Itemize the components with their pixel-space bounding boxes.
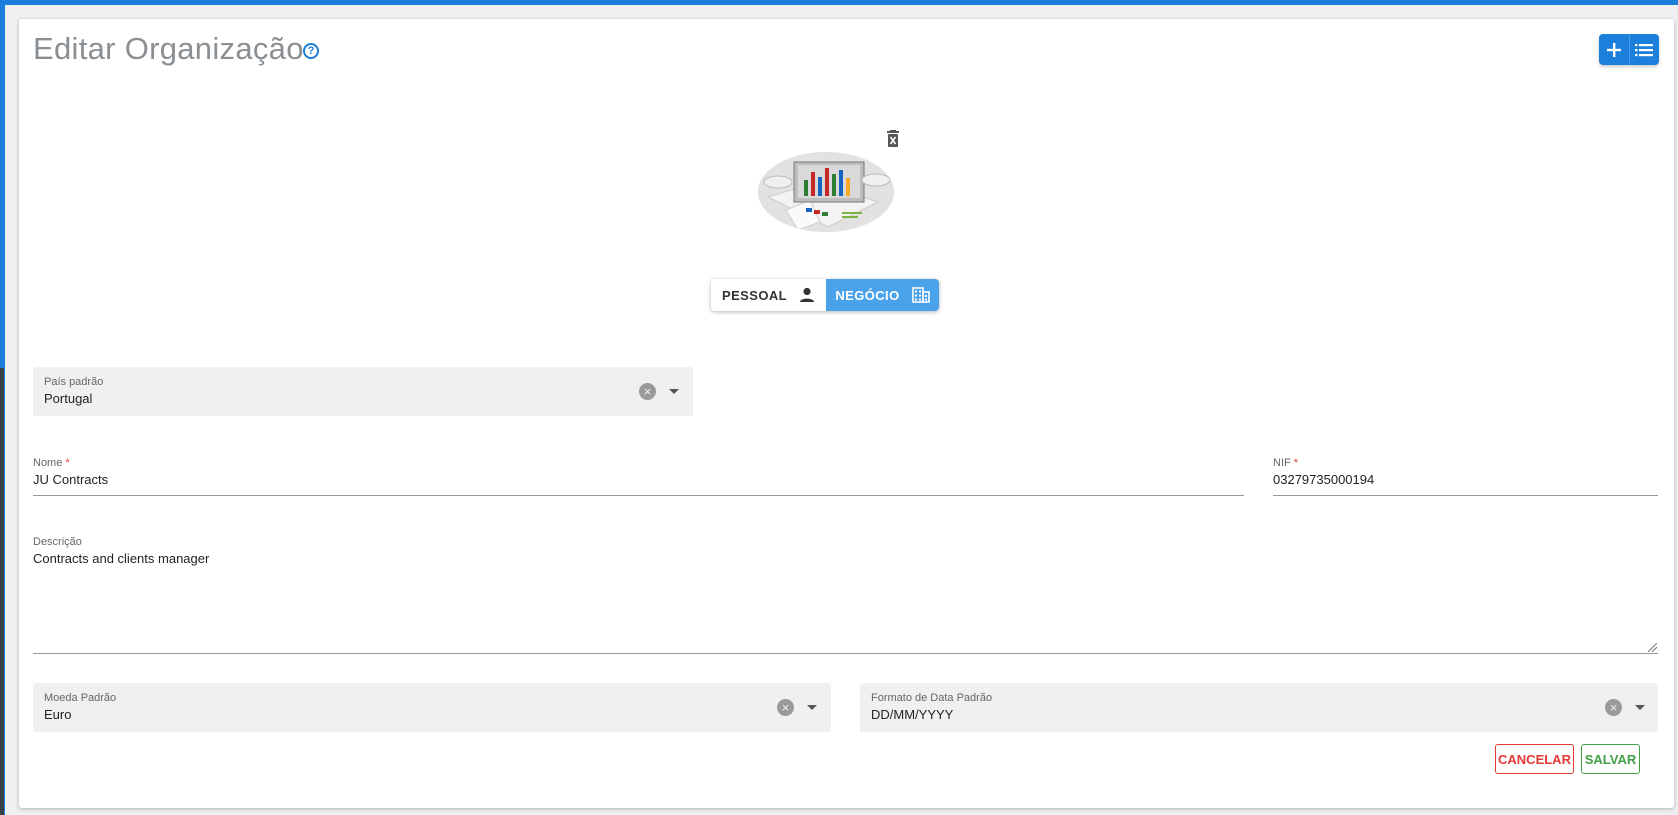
description-label: Descrição <box>33 536 82 548</box>
chevron-down-icon[interactable] <box>1635 705 1645 710</box>
name-value: JU Contracts <box>33 472 109 487</box>
resize-handle-icon[interactable] <box>1648 643 1657 652</box>
clear-icon[interactable]: × <box>639 383 656 400</box>
add-button[interactable] <box>1599 34 1629 65</box>
required-mark: * <box>65 457 70 469</box>
nif-label: NIF <box>1273 457 1291 469</box>
plus-icon <box>1606 42 1621 57</box>
toggle-personal-label: PESSOAL <box>722 287 787 303</box>
help-icon[interactable]: ? <box>303 43 319 59</box>
default-country-value: Portugal <box>44 391 93 406</box>
top-action-group <box>1599 34 1659 65</box>
default-currency-value: Euro <box>44 707 72 722</box>
person-icon <box>799 287 814 302</box>
clear-icon[interactable]: × <box>777 699 794 716</box>
toggle-business[interactable]: NEGÓCIO <box>826 279 939 311</box>
chevron-down-icon[interactable] <box>669 389 679 394</box>
description-value: Contracts and clients manager <box>33 551 210 566</box>
delete-image-icon <box>887 130 899 147</box>
business-icon <box>911 287 930 303</box>
left-sidebar-edge <box>0 368 4 815</box>
page-title: Editar Organização <box>33 31 304 66</box>
delete-image-button[interactable] <box>885 130 901 148</box>
required-mark: * <box>1293 457 1299 469</box>
top-accent-bar <box>0 0 1678 5</box>
default-country-label: País padrão <box>44 376 104 388</box>
chart-image <box>758 152 894 232</box>
nif-field[interactable]: NIF * 03279735000194 <box>1273 457 1658 496</box>
default-country-select[interactable]: País padrão Portugal × <box>33 367 693 416</box>
list-button[interactable] <box>1628 34 1659 65</box>
toggle-business-label: NEGÓCIO <box>835 287 900 303</box>
toggle-personal[interactable]: PESSOAL <box>711 279 826 311</box>
nif-value: 03279735000194 <box>1273 472 1375 487</box>
default-currency-label: Moeda Padrão <box>44 692 117 704</box>
name-field[interactable]: Nome * JU Contracts <box>33 457 1244 496</box>
save-button[interactable]: SALVAR <box>1581 744 1640 774</box>
default-date-format-label: Formato de Data Padrão <box>871 692 993 704</box>
chevron-down-icon[interactable] <box>807 705 817 710</box>
default-currency-select[interactable]: Moeda Padrão Euro × <box>33 683 831 732</box>
default-date-format-value: DD/MM/YYYY <box>871 707 954 722</box>
description-textarea[interactable]: Descrição Contracts and clients manager <box>33 536 1658 654</box>
clear-icon[interactable]: × <box>1605 699 1622 716</box>
list-icon <box>1635 43 1654 56</box>
default-date-format-select[interactable]: Formato de Data Padrão DD/MM/YYYY × <box>860 683 1658 732</box>
cancel-button[interactable]: CANCELAR <box>1495 744 1574 774</box>
organization-type-toggle: PESSOAL NEGÓCIO <box>711 279 939 311</box>
name-label: Nome <box>33 457 63 469</box>
organization-logo[interactable] <box>758 152 894 232</box>
